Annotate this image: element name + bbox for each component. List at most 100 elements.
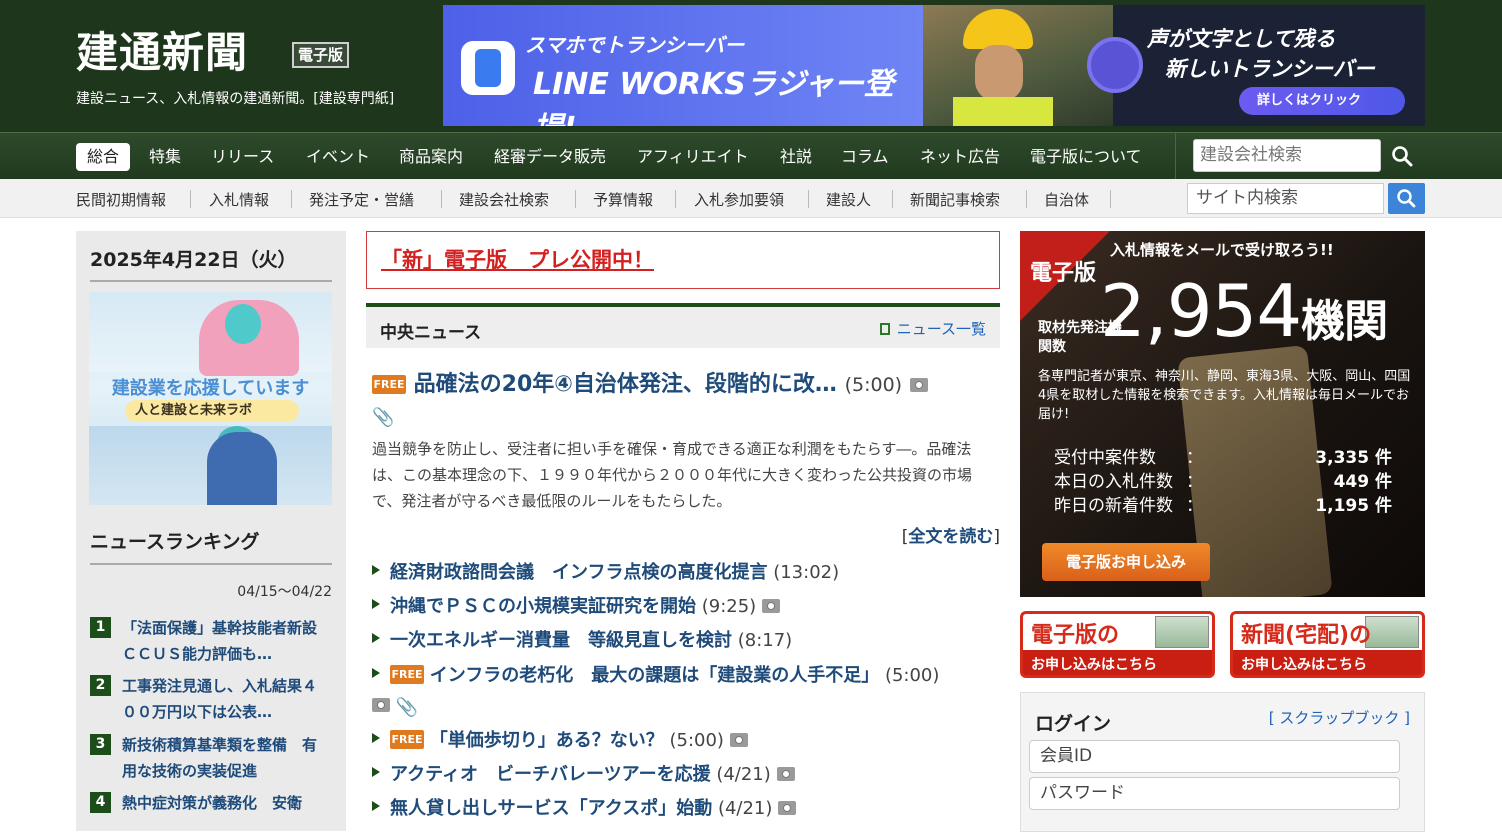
headline-link[interactable]: 「単価歩切り」ある？ない？ xyxy=(430,730,664,751)
site-search-button[interactable] xyxy=(1388,183,1425,214)
stat-value: 3,335 件 xyxy=(1315,448,1392,468)
subnav-divider xyxy=(575,190,576,208)
subnav-item-minkan[interactable]: 民間初期情報 xyxy=(76,189,166,210)
headline-item[interactable]: FREE 「単価歩切り」ある？ない？ (5:00) xyxy=(372,726,1002,756)
headline-link[interactable]: 沖縄でＰＳＣの小規模実証研究を開始 xyxy=(390,596,696,617)
nav-item-net-ads[interactable]: ネット広告 xyxy=(920,143,1000,171)
promo-banner[interactable]: 建設業を応援しています 人と建設と未来ラボ xyxy=(89,292,332,505)
bullet-icon xyxy=(372,599,380,609)
rank-number: 4 xyxy=(90,792,111,813)
subnav-item-kensetsujin[interactable]: 建設人 xyxy=(826,189,871,210)
promo-title: 建設業を応援しています xyxy=(111,378,310,399)
subad-subtitle: お申し込みはこちら xyxy=(1031,657,1157,673)
password-field[interactable]: パスワード xyxy=(1029,777,1400,810)
banner-line1: スマホでトランシーバー xyxy=(525,33,745,57)
read-more-label[interactable]: 全文を読む xyxy=(908,527,993,547)
subnav-divider xyxy=(808,190,809,208)
subnav-divider xyxy=(291,190,292,208)
nav-item-products[interactable]: 商品案内 xyxy=(399,143,463,171)
banner-line2: LINE WORKSラジャー登場! xyxy=(533,67,894,126)
ad-agency-count: 2,954機関 xyxy=(1100,269,1388,362)
illustration-figure-head xyxy=(225,304,261,344)
header-ad-banner[interactable]: スマホでトランシーバー LINE WORKSラジャー登場! 声が文字として残る … xyxy=(443,5,1425,126)
free-badge: FREE xyxy=(372,375,406,394)
nav-item-column[interactable]: コラム xyxy=(841,143,889,171)
nav-item-affiliate[interactable]: アフィリエイト xyxy=(637,143,749,171)
headline-link[interactable]: アクティオ ビーチバレーツアーを応援 xyxy=(390,764,711,785)
stat-colon: ： xyxy=(1186,448,1203,468)
site-logo[interactable]: 建通新聞 xyxy=(76,28,248,78)
subad-thumbnail xyxy=(1365,616,1419,648)
ranking-link[interactable]: 熱中症対策が義務化 安衛 xyxy=(122,790,328,816)
lead-title-text[interactable]: 品確法の20年④自治体発注、段階的に改… xyxy=(414,372,837,397)
stat-value: 449 件 xyxy=(1333,472,1392,492)
subnav-item-company-search[interactable]: 建設会社検索 xyxy=(459,189,549,210)
free-badge: FREE xyxy=(390,730,424,749)
headline-link[interactable]: 経済財政諮問会議 インフラ点検の高度化提言 xyxy=(390,562,767,583)
headline-item[interactable]: アクティオ ビーチバレーツアーを応援 (4/21) xyxy=(372,760,1002,790)
lead-article[interactable]: FREE 品確法の20年④自治体発注、段階的に改… (5:00) 📎 xyxy=(372,370,1000,430)
site-search-input[interactable]: サイト内検索 xyxy=(1187,183,1384,214)
news-section-header: 中央ニュース ニュース一覧 xyxy=(366,303,1000,348)
subnav-item-jichitai[interactable]: 自治体 xyxy=(1044,189,1089,210)
subnav-item-article-search[interactable]: 新聞記事検索 xyxy=(910,189,1000,210)
headline-item[interactable]: 沖縄でＰＳＣの小規模実証研究を開始 (9:25) xyxy=(372,592,1002,622)
stat-label: 昨日の新着件数 xyxy=(1054,496,1173,516)
divider xyxy=(90,280,332,282)
helmet-shape xyxy=(963,9,1033,49)
ranking-link[interactable]: 工事発注見通し、入札結果４００万円以下は公表… xyxy=(122,673,328,725)
bullet-icon xyxy=(372,733,380,743)
nav-item-release[interactable]: リリース xyxy=(211,143,274,171)
camera-icon xyxy=(909,378,928,392)
digital-subscribe-banner[interactable]: 電子版の お申し込みはこちら xyxy=(1020,611,1215,678)
headline-item[interactable]: 無人貸し出しサービス「アクスポ」始動 (4/21) xyxy=(372,794,1002,824)
subad-title: 電子版の xyxy=(1031,623,1120,648)
headline-link[interactable]: 無人貸し出しサービス「アクスポ」始動 xyxy=(390,798,712,819)
left-sidebar: 2025年4月22日（火） 建設業を応援しています 人と建設と未来ラボ ニュース… xyxy=(76,231,346,831)
ranking-link[interactable]: 新技術積算基準類を整備 有用な技術の実装促進 xyxy=(122,732,328,784)
nav-item-editorial[interactable]: 社説 xyxy=(780,143,812,171)
news-list-link[interactable]: ニュース一覧 xyxy=(879,318,986,339)
news-list-label: ニュース一覧 xyxy=(896,320,986,338)
subnav-item-sanka-yoryo[interactable]: 入札参加要領 xyxy=(694,189,784,210)
ranking-link[interactable]: 「法面保護」基幹技能者新設 ＣＣＵＳ能力評価も… xyxy=(122,615,332,667)
read-more-link[interactable]: [全文を読む] xyxy=(902,522,1000,547)
company-search-input[interactable]: 建設会社検索 xyxy=(1193,139,1381,172)
search-icon[interactable] xyxy=(1391,145,1413,167)
pre-release-link[interactable]: 「新」電子版 プレ公開中！ xyxy=(381,244,654,274)
subnav-item-hacchu[interactable]: 発注予定・営繕 xyxy=(309,189,414,210)
microphone-icon xyxy=(1087,37,1143,93)
agency-count-value: 2,954 xyxy=(1100,269,1302,353)
scrapbook-link[interactable]: [ スクラップブック ] xyxy=(1269,707,1410,728)
subnav-item-nyusatsu[interactable]: 入札情報 xyxy=(209,189,269,210)
subnav-divider xyxy=(190,190,191,208)
digital-apply-button[interactable]: 電子版お申し込み xyxy=(1042,543,1210,581)
promo-subtitle: 人と建設と未来ラボ xyxy=(125,400,299,422)
face-shape xyxy=(975,45,1023,101)
headline-item[interactable]: 経済財政諮問会議 インフラ点検の高度化提言 (13:02) xyxy=(372,558,1002,588)
nav-item-keishin-data[interactable]: 経審データ販売 xyxy=(494,143,606,171)
bullet-icon xyxy=(372,633,380,643)
nav-item-about-digital[interactable]: 電子版について xyxy=(1030,143,1142,171)
nav-item-sogo[interactable]: 総合 xyxy=(76,143,131,171)
digital-edition-ad[interactable]: 入札情報をメールで受け取ろう!! 電子版 取材先発注機関数 2,954機関 各専… xyxy=(1020,231,1425,597)
subad-title: 新聞(宅配)の xyxy=(1241,623,1372,648)
headline-link[interactable]: 一次エネルギー消費量 等級見直しを検討 xyxy=(390,630,732,651)
camera-icon xyxy=(372,698,390,712)
banner-details-button[interactable]: 詳しくはクリック xyxy=(1239,87,1405,115)
stat-label: 受付中案件数 xyxy=(1054,448,1156,468)
headline-item[interactable]: FREE インフラの老朽化 最大の課題は「建設業の人手不足」 (5:00) xyxy=(372,661,1002,691)
banner-right-line1: 声が文字として残る xyxy=(1147,27,1336,51)
subnav-divider xyxy=(675,190,676,208)
subnav-item-yosan[interactable]: 予算情報 xyxy=(593,189,653,210)
headline-link[interactable]: インフラの老朽化 最大の課題は「建設業の人手不足」 xyxy=(430,665,879,686)
member-id-field[interactable]: 会員ID xyxy=(1029,740,1400,773)
nav-item-event[interactable]: イベント xyxy=(306,143,370,171)
headline-item[interactable]: 一次エネルギー消費量 等級見直しを検討 (8:17) xyxy=(372,626,1002,656)
nav-item-tokushu[interactable]: 特集 xyxy=(149,143,181,171)
subnav-divider xyxy=(1026,190,1027,208)
walkie-talkie-app-icon xyxy=(461,41,515,95)
banner-right-panel: 声が文字として残る 新しいトランシーバー 詳しくはクリック xyxy=(1087,5,1425,126)
print-subscribe-banner[interactable]: 新聞(宅配)の お申し込みはこちら xyxy=(1230,611,1425,678)
banner-left-panel: スマホでトランシーバー LINE WORKSラジャー登場! xyxy=(443,5,923,126)
